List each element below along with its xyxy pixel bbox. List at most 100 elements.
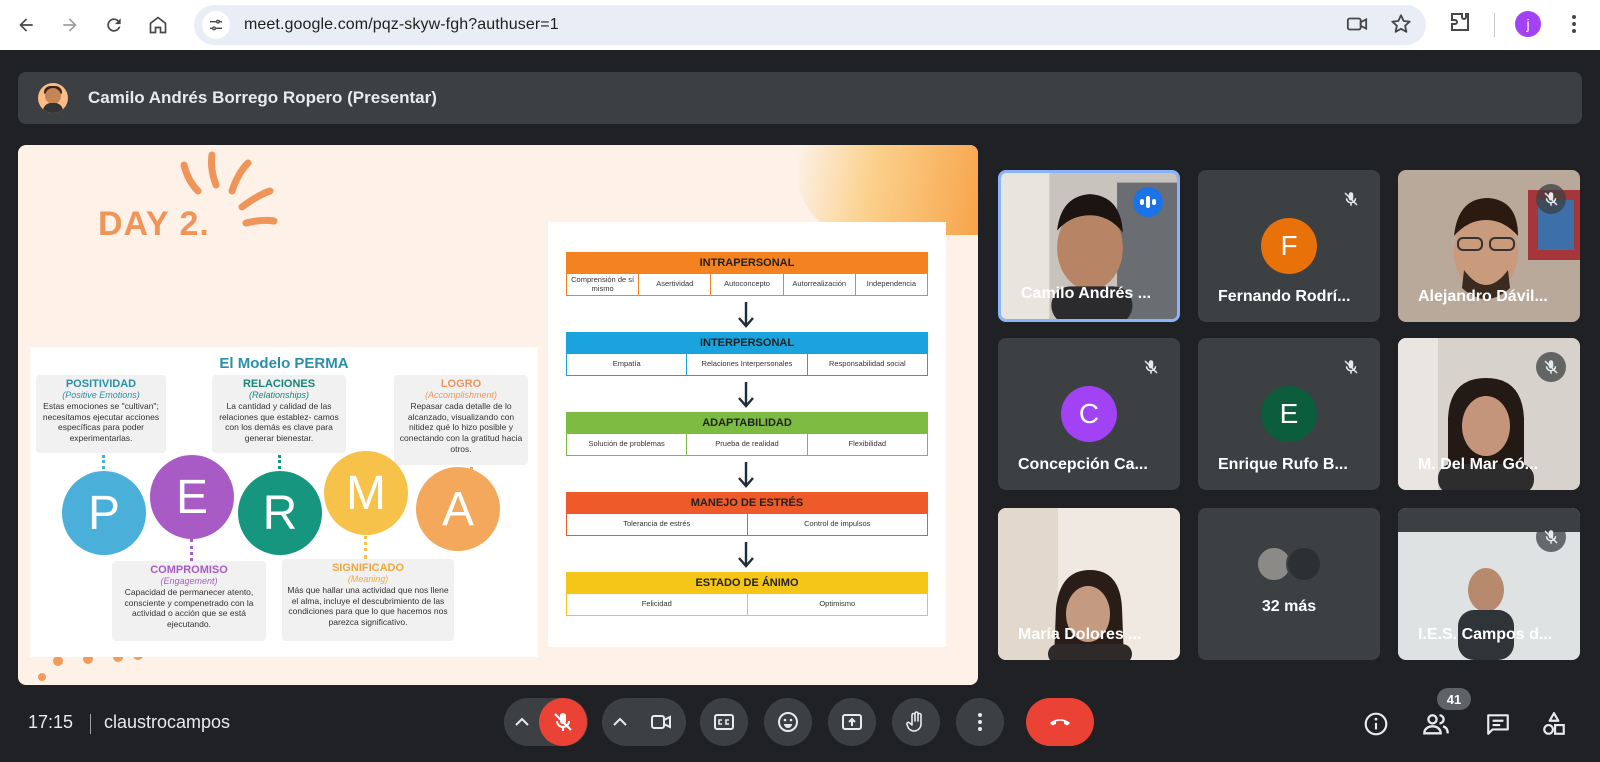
participant-avatar: F [1261, 218, 1317, 274]
more-options-button[interactable] [956, 698, 1004, 746]
participant-count-badge: 41 [1437, 688, 1471, 710]
captions-button[interactable] [700, 698, 748, 746]
perma-box-relaciones: RELACIONES (Relationships) La cantidad y… [212, 375, 346, 453]
meeting-time: 17:15 [28, 712, 74, 732]
camera-button[interactable] [637, 698, 685, 746]
eq-section-cell: Optimismo [746, 594, 928, 616]
eq-section-cell: Comprensión de sí mismo [566, 274, 640, 296]
forward-icon[interactable] [52, 7, 88, 43]
participant-name: Alejandro Dávil... [1418, 288, 1548, 305]
profile-avatar[interactable]: j [1515, 11, 1541, 37]
activities-icon[interactable] [1540, 710, 1568, 738]
more-participants-avatars [1256, 546, 1322, 582]
eq-section-header: MANEJO DE ESTRÉS [566, 492, 928, 514]
mic-off-icon [1336, 352, 1366, 382]
participant-name: M. Del Mar Gó... [1418, 456, 1539, 473]
camera-options-caret[interactable] [603, 698, 637, 746]
participant-tile-concepcion[interactable]: C Concepción Ca... [998, 338, 1180, 490]
mic-off-button[interactable] [539, 698, 587, 746]
meeting-controls-bar: 17:15 claustrocampos 41 [0, 688, 1600, 762]
eq-section-header: INTERPERSONAL [566, 332, 928, 354]
mic-off-icon [1536, 184, 1566, 214]
mic-control [504, 698, 588, 746]
browser-toolbar: meet.google.com/pqz-skyw-fgh?authuser=1 … [0, 0, 1600, 50]
people-icon[interactable] [1422, 710, 1450, 738]
participant-name: María Dolores ... [1018, 626, 1142, 643]
eq-section-cell: Autoconcepto [710, 274, 784, 296]
presenter-label: Camilo Andrés Borrego Ropero (Presentar) [88, 88, 437, 107]
eq-arrow-down-icon [738, 462, 754, 488]
participant-avatar: C [1061, 386, 1117, 442]
extensions-icon[interactable] [1448, 10, 1472, 39]
eq-section-cell: Relaciones Interpersonales [686, 354, 808, 376]
url-text[interactable]: meet.google.com/pqz-skyw-fgh?authuser=1 [244, 16, 559, 34]
present-icon [842, 714, 862, 730]
mic-off-icon [1536, 522, 1566, 552]
eq-section-cell: Prueba de realidad [686, 434, 808, 456]
raise-hand-button[interactable] [892, 698, 940, 746]
presenter-avatar [38, 83, 68, 113]
perma-letter-m: M [324, 451, 408, 535]
end-call-button[interactable] [1026, 698, 1094, 746]
reload-icon[interactable] [96, 7, 132, 43]
participant-name: Fernando Rodrí... [1218, 288, 1351, 305]
participant-tile-enrique[interactable]: E Enrique Rufo B... [1198, 338, 1380, 490]
meeting-code: claustrocampos [104, 712, 231, 732]
home-icon[interactable] [140, 7, 176, 43]
info-icon[interactable] [1362, 710, 1390, 738]
emoji-button[interactable] [764, 698, 812, 746]
connector-e [190, 539, 193, 561]
perma-box-positividad: POSITIVIDAD (Positive Emotions) Estas em… [36, 375, 166, 453]
eq-section-row: Comprensión de sí mismo Asertividad Autoco… [566, 274, 929, 296]
perma-letter-a: A [416, 467, 500, 551]
tune-icon[interactable] [202, 11, 230, 39]
perma-letter-p: P [62, 471, 146, 555]
back-icon[interactable] [8, 7, 44, 43]
participant-tile-mariadolores[interactable]: María Dolores ... [998, 508, 1180, 660]
chat-icon[interactable] [1484, 710, 1512, 738]
perma-letter-e: E [150, 455, 234, 539]
eq-section-cell: Solución de problemas [566, 434, 688, 456]
eq-section-cell: Autorrealización [782, 274, 856, 296]
eq-arrow-down-icon [738, 542, 754, 568]
participant-tile-fernando[interactable]: F Fernando Rodrí... [1198, 170, 1380, 322]
eq-section-cell: Felicidad [566, 594, 748, 616]
eq-section-row: Tolerancia de estrés Control de impulsos [566, 514, 928, 536]
eq-section-row: Empatía Relaciones Interpersonales Respons… [566, 354, 928, 376]
speaking-indicator [1133, 187, 1163, 217]
eq-section-row: Solución de problemas Prueba de realidad F… [566, 434, 928, 456]
mic-off-icon [1336, 184, 1366, 214]
camera-icon[interactable] [1346, 13, 1368, 40]
perma-model-panel: El Modelo PERMA POSITIVIDAD (Positive Em… [30, 347, 538, 657]
eq-section-cell: Flexibilidad [806, 434, 928, 456]
participant-name: I.E.S. Campos d... [1418, 626, 1553, 643]
eq-section-cell: Asertividad [638, 274, 712, 296]
presentation-slide: DAY 2. El Modelo PERMA POSITIVIDAD (Posi… [18, 145, 978, 685]
perma-box-compromiso: COMPROMISO (Engagement) Capacidad de per… [112, 561, 266, 641]
perma-letter-r: R [238, 471, 322, 555]
more-participants-label: 32 más [1261, 598, 1317, 615]
eq-section-cell: Responsabilidad social [806, 354, 928, 376]
star-icon[interactable] [1390, 13, 1412, 40]
eq-section-row: Felicidad Optimismo [566, 594, 928, 616]
address-bar[interactable]: meet.google.com/pqz-skyw-fgh?authuser=1 [194, 5, 1426, 45]
mic-options-caret[interactable] [505, 698, 539, 746]
participant-tile-alejandro[interactable]: Alejandro Dávil... [1398, 170, 1580, 322]
captions-icon [714, 714, 734, 730]
toolbar-divider [1494, 13, 1495, 37]
participant-tile-more[interactable]: 32 más [1198, 508, 1380, 660]
present-button[interactable] [828, 698, 876, 746]
eq-section-cell: Independencia [854, 274, 929, 296]
eq-section-cell: Control de impulsos [746, 514, 928, 536]
mic-off-icon [1136, 352, 1166, 382]
participant-name: Camilo Andrés ... [1021, 285, 1152, 302]
raise-hand-icon [906, 711, 922, 732]
menu-icon[interactable] [1562, 12, 1586, 41]
participant-tile-mdelmar[interactable]: M. Del Mar Gó... [1398, 338, 1580, 490]
eq-section-header: INTRAPERSONAL [566, 252, 928, 274]
participant-tile-ies[interactable]: I.E.S. Campos d... [1398, 508, 1580, 660]
participant-tile-camilo[interactable]: Camilo Andrés ... [998, 170, 1180, 322]
emotional-intelligence-panel: INTRAPERSONAL Comprensión de sí mismo Aser… [548, 222, 946, 647]
participant-name: Enrique Rufo B... [1218, 456, 1348, 473]
eq-section-cell: Tolerancia de estrés [566, 514, 748, 536]
